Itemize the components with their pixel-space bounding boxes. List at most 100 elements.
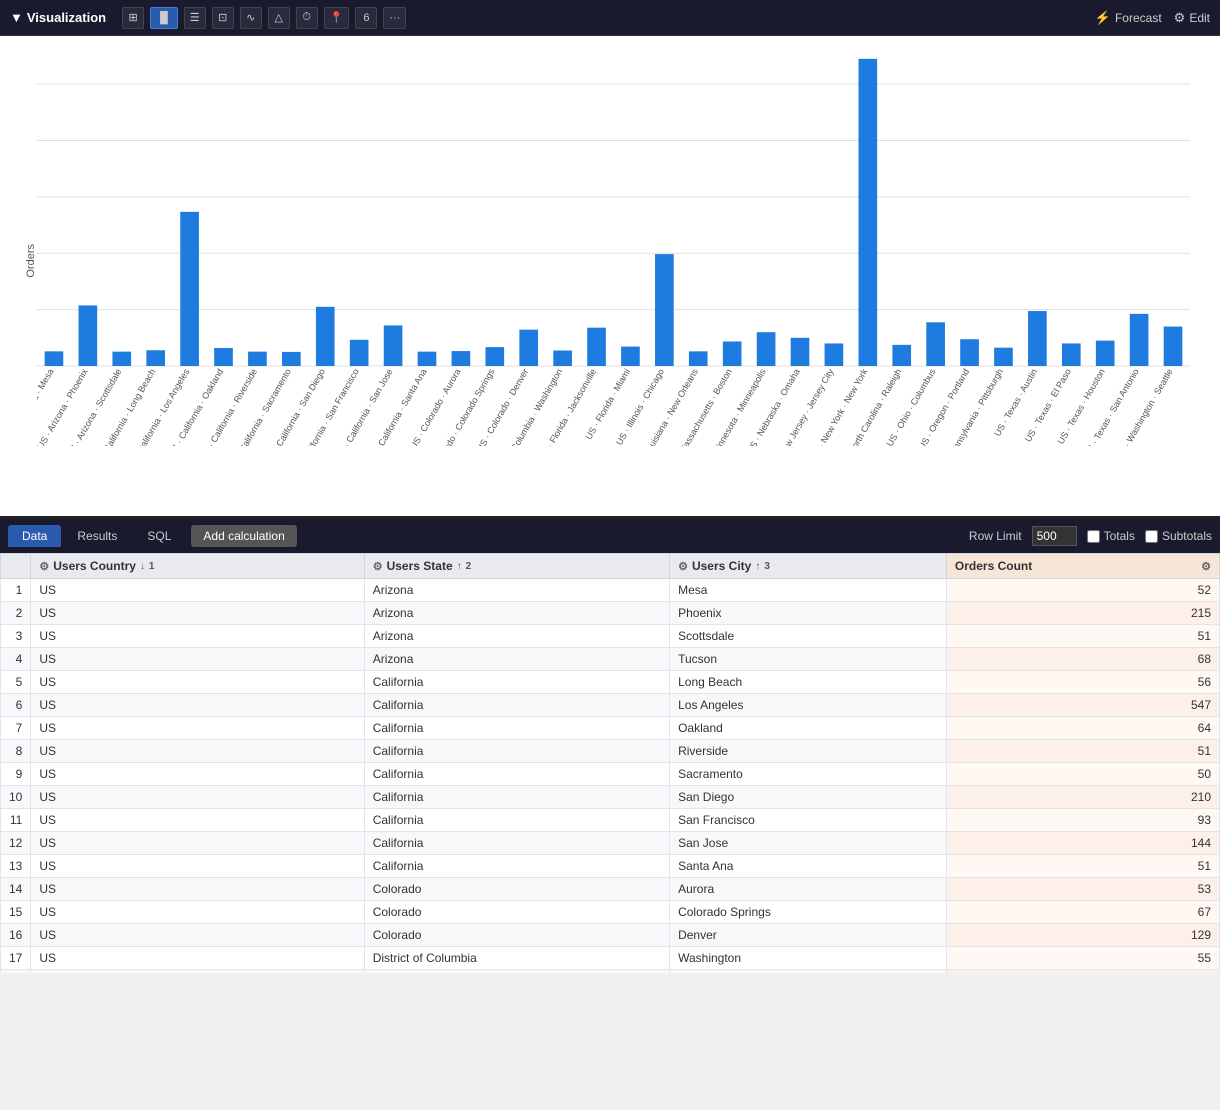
table-row: 16 US Colorado Denver 129: [1, 924, 1220, 947]
orders-cell: 210: [946, 786, 1219, 809]
table-row: 7 US California Oakland 64: [1, 717, 1220, 740]
country-cell: US: [31, 648, 364, 671]
scatter-icon-btn[interactable]: ⊡: [212, 7, 234, 29]
orders-cell: 144: [946, 832, 1219, 855]
chevron-down-icon[interactable]: ▼: [10, 10, 23, 25]
area-icon-btn[interactable]: △: [268, 7, 290, 29]
table-row: 9 US California Sacramento 50: [1, 763, 1220, 786]
row-num-cell: 3: [1, 625, 31, 648]
line-icon-btn[interactable]: ∿: [240, 7, 262, 29]
top-bar-right: ⚡ Forecast ⚙ Edit: [1095, 10, 1210, 26]
tab-sql[interactable]: SQL: [133, 525, 185, 547]
city-cell: Long Beach: [670, 671, 947, 694]
country-cell: US: [31, 740, 364, 763]
col-label-state: Users State: [387, 559, 453, 573]
orders-cell: 53: [946, 878, 1219, 901]
chart-inner: 2004006008001,000US · Arizona · MesaUS ·…: [37, 46, 1200, 446]
table-row: 1 US Arizona Mesa 52: [1, 579, 1220, 602]
bottom-panel: Data Results SQL Add calculation Row Lim…: [0, 516, 1220, 973]
row-num-cell: 15: [1, 901, 31, 924]
totals-checkbox[interactable]: [1087, 530, 1100, 543]
table-row: 4 US Arizona Tucson 68: [1, 648, 1220, 671]
country-cell: US: [31, 625, 364, 648]
orders-cell: 215: [946, 602, 1219, 625]
subtotals-checkbox[interactable]: [1145, 530, 1158, 543]
city-cell: Mesa: [670, 579, 947, 602]
visualization-title: ▼ Visualization: [10, 10, 106, 25]
sort-num-city: 3: [764, 561, 770, 572]
state-cell: California: [364, 763, 669, 786]
state-cell: California: [364, 855, 669, 878]
number-icon-btn[interactable]: 6: [355, 7, 377, 29]
city-cell: Scottsdale: [670, 625, 947, 648]
gear-icon-orders[interactable]: ⚙: [1201, 560, 1211, 573]
row-limit-input[interactable]: [1032, 526, 1077, 546]
tab-results[interactable]: Results: [63, 525, 131, 547]
state-cell: California: [364, 809, 669, 832]
gear-icon-city[interactable]: ⚙: [678, 560, 688, 573]
orders-cell: 55: [946, 947, 1219, 970]
edit-button[interactable]: ⚙ Edit: [1174, 10, 1210, 26]
totals-checkbox-label[interactable]: Totals: [1087, 529, 1135, 543]
city-cell: Colorado Springs: [670, 901, 947, 924]
country-cell: US: [31, 878, 364, 901]
col-label-city: Users City: [692, 559, 751, 573]
table-icon-btn[interactable]: ⊞: [122, 7, 144, 29]
row-num-cell: 13: [1, 855, 31, 878]
table-row: 10 US California San Diego 210: [1, 786, 1220, 809]
more-icon-btn[interactable]: ···: [383, 7, 406, 29]
city-cell: Aurora: [670, 878, 947, 901]
state-cell: California: [364, 717, 669, 740]
row-num-header: [1, 554, 31, 579]
state-cell: District of Columbia: [364, 947, 669, 970]
list-icon-btn[interactable]: ☰: [184, 7, 206, 29]
tab-data[interactable]: Data: [8, 525, 61, 547]
clock-icon-btn[interactable]: ⏱: [296, 7, 318, 29]
country-cell: US: [31, 717, 364, 740]
col-header-country: ⚙ Users Country ↓ 1: [31, 554, 364, 579]
country-cell: US: [31, 855, 364, 878]
state-cell: Arizona: [364, 648, 669, 671]
orders-cell: 129: [946, 924, 1219, 947]
gear-icon-state[interactable]: ⚙: [373, 560, 383, 573]
bar-chart-icon-btn[interactable]: ▐▌: [150, 7, 178, 29]
orders-cell: 67: [946, 901, 1219, 924]
y-axis-label: Orders: [20, 244, 37, 278]
chart-area: Orders 2004006008001,000US · Arizona · M…: [0, 36, 1220, 516]
add-calculation-button[interactable]: Add calculation: [191, 525, 296, 547]
chart-type-icons: ⊞ ▐▌ ☰ ⊡ ∿ △ ⏱ 📍 6 ···: [122, 7, 1087, 29]
country-cell: US: [31, 901, 364, 924]
table-row: 6 US California Los Angeles 547: [1, 694, 1220, 717]
country-cell: US: [31, 602, 364, 625]
svg-text:US · Washington · Seattle: US · Washington · Seattle: [1114, 367, 1175, 446]
top-bar: ▼ Visualization ⊞ ▐▌ ☰ ⊡ ∿ △ ⏱ 📍 6 ··· ⚡…: [0, 0, 1220, 36]
subtotals-checkbox-label[interactable]: Subtotals: [1145, 529, 1212, 543]
state-cell: California: [364, 694, 669, 717]
pin-icon-btn[interactable]: 📍: [324, 7, 350, 29]
bar-chart-svg: 2004006008001,000US · Arizona · MesaUS ·…: [37, 46, 1200, 446]
country-cell: US: [31, 947, 364, 970]
city-cell: Washington: [670, 947, 947, 970]
table-row: 5 US California Long Beach 56: [1, 671, 1220, 694]
col-label-country: Users Country: [53, 559, 136, 573]
table-row: 17 US District of Columbia Washington 55: [1, 947, 1220, 970]
col-header-state: ⚙ Users State ↑ 2: [364, 554, 669, 579]
panel-tabs-bar: Data Results SQL Add calculation Row Lim…: [0, 519, 1220, 553]
country-cell: US: [31, 671, 364, 694]
country-cell: US: [31, 924, 364, 947]
forecast-button[interactable]: ⚡ Forecast: [1095, 10, 1162, 26]
row-num-cell: 17: [1, 947, 31, 970]
sort-num-country: 1: [149, 561, 155, 572]
table-row: 2 US Arizona Phoenix 215: [1, 602, 1220, 625]
gear-icon-country[interactable]: ⚙: [39, 560, 49, 573]
row-num-cell: 12: [1, 832, 31, 855]
row-num-cell: 2: [1, 602, 31, 625]
table-row: 3 US Arizona Scottsdale 51: [1, 625, 1220, 648]
sort-icon-country: ↓: [140, 561, 145, 572]
row-num-cell: 6: [1, 694, 31, 717]
row-num-cell: 4: [1, 648, 31, 671]
orders-cell: 56: [946, 671, 1219, 694]
country-cell: US: [31, 786, 364, 809]
orders-cell: 51: [946, 740, 1219, 763]
sort-icon-city: ↑: [755, 561, 760, 572]
